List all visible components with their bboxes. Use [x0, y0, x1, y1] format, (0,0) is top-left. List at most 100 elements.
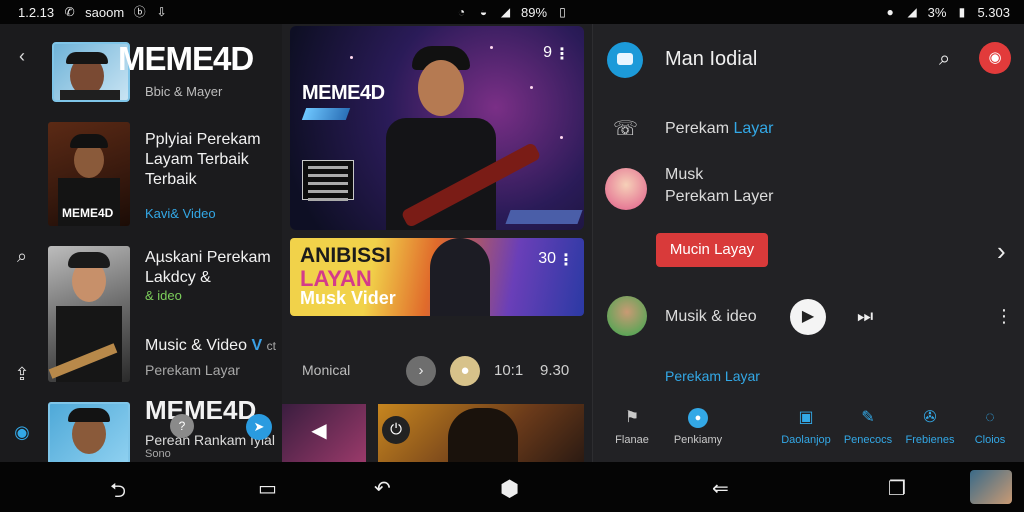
time-total: 9.30	[540, 362, 570, 379]
chat-icon: ☏	[613, 118, 639, 140]
app-subtitle: Bbic & Mayer	[145, 84, 223, 99]
app-icon[interactable]: ◉	[12, 422, 32, 442]
menu-row[interactable]: ☏ Perekam Layar	[593, 108, 1024, 154]
player-label: Monical	[302, 362, 351, 378]
back-icon-2[interactable]: ↶	[374, 476, 391, 501]
user-avatar	[607, 296, 647, 336]
record-button-icon[interactable]: ◉	[979, 42, 1011, 74]
banner-count: 30	[538, 250, 556, 267]
status-carrier: saoom	[85, 4, 125, 20]
skip-next-icon[interactable]: ⏭	[857, 306, 873, 327]
menu-row[interactable]: Musk Perekam Layer	[593, 162, 1024, 218]
record-icon[interactable]: ●	[450, 356, 480, 386]
hero-logo-stripe	[301, 108, 351, 120]
status-battery-percent: 89%	[521, 4, 548, 20]
item-title: MEME4D	[145, 395, 257, 425]
status-time: 1.2.13	[18, 4, 55, 20]
nav-item-flanae[interactable]: ⚑ Flanae	[597, 404, 667, 448]
list-item[interactable]: Aµskani Perekam Lakdcy & & ideo Music & …	[48, 246, 280, 386]
item-subtitle-2: Sono	[145, 448, 171, 460]
more-icon[interactable]: ⋮	[558, 250, 574, 270]
nav-item-penkiamy[interactable]: ● Penkiamy	[663, 404, 733, 448]
notification-icon: ●	[886, 4, 894, 19]
hero-text-card	[302, 160, 354, 201]
recents-icon-2[interactable]: ❐	[888, 476, 906, 501]
user-avatar	[605, 168, 647, 210]
video-thumbnail[interactable]	[48, 246, 130, 382]
video-thumbnail[interactable]: MEME4D	[48, 122, 130, 226]
signal-icon: ◢	[500, 4, 511, 19]
menu-link[interactable]: Perekam Layar	[665, 368, 760, 384]
globe-icon: ●	[688, 408, 708, 428]
back-arrow-icon[interactable]: ⇐	[712, 476, 729, 501]
banner-line-1: ANIBISSI	[300, 244, 392, 267]
profile-avatar[interactable]	[607, 42, 643, 78]
camera-icon: ◀	[311, 420, 327, 442]
film-icon: ✇	[923, 409, 937, 426]
item-category: & ideo	[145, 288, 182, 303]
chat-icon: ◌	[985, 409, 995, 426]
search-icon[interactable]: ⌕	[939, 48, 950, 71]
list-item[interactable]: MEME4D Pplyiai Perekam Layam Terbaik Ter…	[48, 122, 280, 230]
thumb-caption: MEME4D	[62, 206, 114, 220]
signal-icon-right: ◢	[907, 4, 917, 19]
nav-item-penecocs[interactable]: ✎ Penecocs	[833, 404, 903, 448]
home-icon: ▣	[798, 409, 814, 426]
back-icon[interactable]: ⮌	[110, 476, 126, 510]
system-nav-bar: ⮌ ▭ ↶ ⬢ ⇐ ❐	[0, 462, 1024, 512]
app-title: MEME4D	[118, 40, 254, 77]
promo-banner[interactable]: ANIBISSI LAYAN Musk Vider 30 ⋮	[290, 238, 584, 316]
time-elapsed: 10:1	[494, 362, 524, 379]
more-icon[interactable]: ⋮	[554, 44, 570, 64]
video-thumbnail[interactable]: ◀	[282, 404, 366, 462]
banner-line-3: Musk Vider	[300, 288, 396, 308]
record-button[interactable]: Mucin Layay	[656, 233, 768, 267]
page-title: Man Iodial	[665, 48, 758, 70]
banner-figure	[430, 238, 490, 316]
keyboard	[505, 210, 583, 224]
item-title-2: Music & Video V ct	[145, 337, 276, 354]
video-thumbnail[interactable]: ⏻	[378, 404, 584, 462]
play-icon[interactable]: ▶	[790, 299, 826, 335]
recents-icon[interactable]: ▭	[258, 476, 277, 501]
right-pane: Man Iodial ⌕ ◉ ☏ Perekam Layar Musk Pere…	[592, 24, 1024, 462]
power-icon[interactable]: ⏻	[382, 416, 410, 444]
menu-line-2: Perekam Layer	[665, 188, 774, 205]
nav-item-daolanjop[interactable]: ▣ Daolanjop	[771, 404, 841, 448]
video-thumbnail[interactable]	[48, 402, 130, 462]
chevron-right-icon[interactable]: ›	[997, 236, 1006, 267]
back-icon[interactable]: ‹	[12, 46, 32, 66]
status-clock-right: 5.303	[977, 4, 1010, 20]
player-controls: Monical › ● 10:1 9.30	[282, 354, 592, 388]
whatsapp-icon: ✆	[64, 4, 75, 19]
right-header: Man Iodial ⌕ ◉	[593, 24, 1024, 98]
item-title: Pplyiai Perekam Layam Terbaik Terbaik	[145, 131, 261, 188]
nav-item-cloios[interactable]: ◌ Cloios	[955, 404, 1024, 448]
list-item[interactable]: MEME4D Perean Rankam Iyial Sono ? ➤	[48, 395, 280, 462]
status-battery-right: 3%	[927, 4, 947, 20]
featured-video[interactable]: MEME4D 9 ⋮	[290, 26, 584, 230]
help-icon[interactable]: ?	[170, 414, 194, 438]
facebook-icon: ⓑ	[133, 4, 146, 19]
share-icon[interactable]: ⇪	[12, 364, 32, 384]
menu-line-1: Musk	[665, 166, 704, 183]
more-icon[interactable]: ⋮	[995, 306, 1013, 327]
wifi-icon: ◔	[457, 4, 466, 19]
left-pane: ‹ ⌕ ⇪ ◉ MEME4D Bbic & Mayer MEME4D Pplyi…	[0, 24, 282, 462]
edit-icon: ✎	[861, 409, 875, 426]
home-icon[interactable]: ⬢	[500, 476, 519, 502]
battery-icon-right: ▮	[958, 4, 966, 19]
item-title: Aµskani Perekam Lakdcy &	[145, 249, 271, 286]
next-icon[interactable]: ›	[406, 356, 436, 386]
share-icon[interactable]: ➤	[246, 414, 272, 440]
hero-logo: MEME4D	[302, 82, 385, 104]
status-bar: 1.2.13 ✆ saoom ⓑ ⇩ ◔ ◒ ◢ 89% ▯ ● ◢ 3% ▮ …	[0, 0, 1024, 24]
bottom-nav: ⚑ Flanae ● Penkiamy ▣ Daolanjop ✎ Peneco…	[593, 404, 1024, 462]
track-label: Musik & ideo	[665, 308, 757, 325]
item-category: Kavi& Video	[145, 206, 216, 221]
hero-count: 9	[543, 44, 552, 61]
verified-badge: V	[251, 337, 263, 354]
recent-app-thumbnail[interactable]	[970, 470, 1012, 504]
search-icon[interactable]: ⌕	[12, 246, 32, 266]
flag-icon: ⚑	[624, 409, 640, 426]
